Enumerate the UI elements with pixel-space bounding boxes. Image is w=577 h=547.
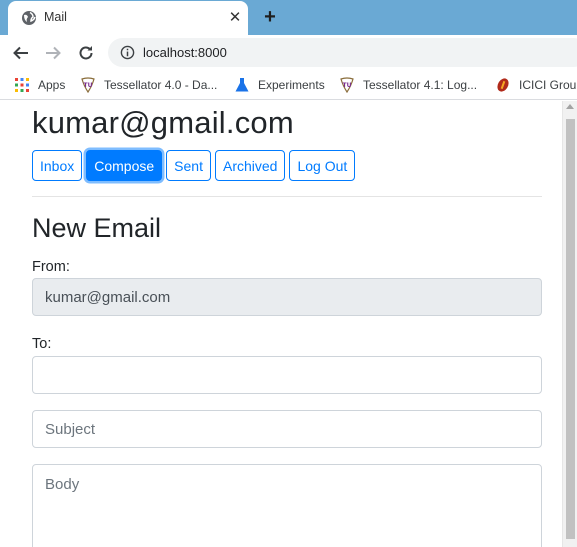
svg-text:TU: TU	[84, 82, 93, 89]
compose-button[interactable]: Compose	[86, 150, 163, 181]
user-email-heading: kumar@gmail.com	[32, 105, 294, 140]
bookmark-apps[interactable]: Apps	[14, 77, 65, 93]
from-value: kumar@gmail.com	[45, 288, 171, 306]
mail-nav: Inbox Compose Sent Archived Log Out	[32, 150, 356, 181]
to-label: To:	[32, 336, 52, 352]
browser-toolbar: localhost:8000	[0, 35, 577, 70]
back-button[interactable]	[8, 40, 34, 66]
from-field: kumar@gmail.com	[32, 278, 542, 316]
globe-icon	[22, 11, 36, 25]
inbox-button[interactable]: Inbox	[32, 150, 83, 181]
apps-grid-icon	[15, 78, 29, 92]
page-content: kumar@gmail.com Inbox Compose Sent Archi…	[0, 101, 577, 547]
bookmark-experiments[interactable]: Experiments	[234, 77, 325, 93]
svg-text:TU: TU	[343, 82, 352, 89]
compose-title: New Email	[32, 213, 162, 243]
page-scrollbar[interactable]	[562, 101, 577, 547]
scroll-up-arrow-icon[interactable]	[566, 104, 574, 109]
tab-close-icon[interactable]: ✕	[225, 7, 245, 27]
bookmark-label: Tessellator 4.1: Log...	[363, 78, 478, 92]
forward-button[interactable]	[40, 40, 66, 66]
tab-strip: Mail ✕ +	[0, 0, 577, 35]
bookmark-label: Experiments	[258, 78, 325, 92]
flask-icon	[235, 78, 249, 92]
bookmark-label: Tessellator 4.0 - Da...	[104, 78, 218, 92]
bookmarks-bar: Apps TU Tessellator 4.0 - Da... Experime…	[0, 70, 577, 100]
subject-placeholder: Subject	[45, 420, 96, 438]
info-icon[interactable]	[120, 45, 135, 60]
bookmark-label: Apps	[38, 78, 66, 92]
scroll-thumb[interactable]	[566, 119, 575, 539]
logout-button[interactable]: Log Out	[289, 150, 356, 181]
bookmark-label: ICICI Group	[519, 78, 577, 92]
bookmark-tessellator-41[interactable]: TU Tessellator 4.1: Log...	[339, 77, 477, 93]
body-field[interactable]: Body	[32, 464, 542, 547]
to-field[interactable]	[32, 356, 542, 394]
bookmark-tessellator-40[interactable]: TU Tessellator 4.0 - Da...	[80, 77, 217, 93]
browser-tab[interactable]: Mail ✕	[8, 1, 248, 35]
forward-arrow-icon	[46, 46, 61, 60]
sent-button[interactable]: Sent	[166, 150, 211, 181]
icici-logo-icon	[497, 78, 509, 92]
tu-logo-icon: TU	[340, 77, 354, 93]
archived-button[interactable]: Archived	[214, 150, 286, 181]
divider	[32, 196, 542, 197]
reload-button[interactable]	[73, 40, 99, 66]
new-tab-button[interactable]: +	[258, 5, 282, 29]
back-arrow-icon	[13, 46, 28, 60]
tab-title: Mail	[44, 10, 67, 24]
reload-icon	[79, 46, 93, 60]
body-placeholder: Body	[45, 476, 80, 493]
bookmark-icici[interactable]: ICICI Group	[495, 77, 577, 93]
tu-logo-icon: TU	[81, 77, 95, 93]
from-label: From:	[32, 259, 70, 275]
url-text: localhost:8000	[143, 45, 227, 60]
subject-field[interactable]: Subject	[32, 410, 542, 448]
address-bar[interactable]: localhost:8000	[108, 38, 577, 67]
